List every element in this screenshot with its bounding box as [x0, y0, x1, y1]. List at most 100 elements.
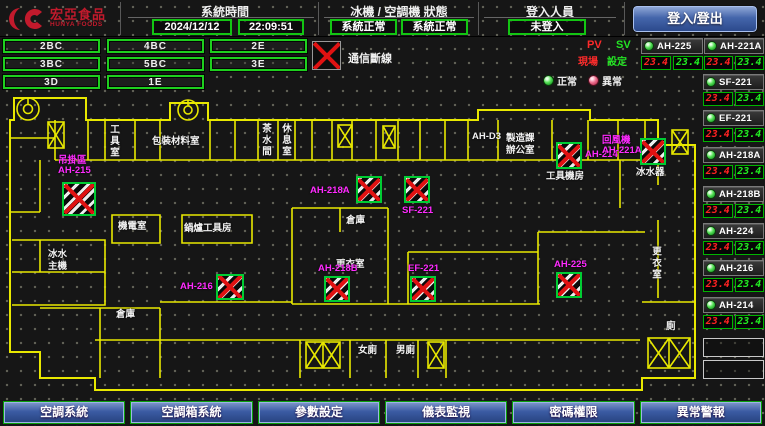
abnormal-led-icon [588, 75, 599, 86]
zone-button-1E[interactable]: 1E [107, 75, 204, 89]
nav-button-空調系統[interactable]: 空調系統 [3, 401, 125, 424]
unit-label: AH-224 [719, 226, 754, 237]
sv-name-label: 設定 [607, 53, 627, 68]
room-label: 鍋爐工具房 [184, 224, 232, 234]
system-clock-value: 22:09:51 [238, 19, 304, 35]
unit-label: AH-218A [719, 150, 761, 161]
zone-button-2BC[interactable]: 2BC [3, 39, 100, 53]
pv-value: 23.4 [703, 165, 733, 179]
device-commfail-AH-218A[interactable] [356, 176, 382, 203]
room-label: 倉庫 [346, 216, 365, 226]
unit-button-SF-221[interactable]: SF-221 [703, 74, 764, 90]
device-label-AH-225: AH-225 [554, 260, 587, 270]
nav-button-空調箱系統[interactable]: 空調箱系統 [130, 401, 252, 424]
unit-values-AH-216: 23.423.4 [703, 278, 764, 292]
unit-values-AH-225: 23.423.4 [641, 56, 703, 70]
status-led-icon [706, 77, 716, 87]
unit-button-AH-225[interactable]: AH-225 [641, 38, 703, 54]
unit-button-EF-221[interactable]: EF-221 [703, 110, 764, 126]
pv-value: 23.4 [703, 92, 733, 106]
room-label: 茶水間 [260, 123, 270, 158]
room-label: 辦公室 [506, 146, 535, 156]
sv-value: 23.4 [735, 241, 765, 255]
chiller-status-value: 系統正常 [330, 19, 397, 35]
status-led-icon [706, 263, 716, 273]
unit-values-AH-221A: 23.423.4 [704, 56, 764, 70]
login-user-value: 未登入 [508, 19, 586, 35]
device-label-AH-218B: AH-218B [318, 264, 358, 274]
legend-abnormal-label: 異常 [602, 73, 622, 88]
pv-value: 23.4 [704, 56, 733, 70]
status-led-icon [707, 41, 717, 51]
pv-value: 23.4 [641, 56, 671, 70]
sv-value: 23.4 [735, 56, 764, 70]
comm-fail-label: 通信斷線 [348, 50, 392, 66]
room-label: 倉庫 [116, 310, 135, 320]
pv-value: 23.4 [703, 241, 733, 255]
unit-label: AH-221A [720, 41, 762, 52]
zone-button-3BC[interactable]: 3BC [3, 57, 100, 71]
sv-value: 23.4 [735, 204, 765, 218]
device-commfail-AH-214[interactable] [556, 142, 582, 169]
legend-normal-label: 正常 [557, 73, 577, 88]
sv-value: 23.4 [735, 315, 765, 329]
nav-button-密碼權限[interactable]: 密碼權限 [512, 401, 634, 424]
sv-value: 23.4 [735, 128, 765, 142]
device-label-SF-221: SF-221 [402, 206, 433, 216]
sv-header: SV [616, 39, 631, 51]
room-label: 冰水 [48, 250, 67, 260]
zone-button-3E[interactable]: 3E [210, 57, 307, 71]
status-led-icon [644, 41, 654, 51]
bottom-nav-bar: 空調系統空調箱系統參數設定儀表監視密碼權限異常警報 [0, 399, 765, 426]
unit-values-SF-221: 23.423.4 [703, 92, 764, 106]
device-commfail-SF-221[interactable] [404, 176, 430, 203]
zone-button-2E[interactable]: 2E [210, 39, 307, 53]
room-label: 製造課 [506, 134, 535, 144]
unit-values-AH-218A: 23.423.4 [703, 165, 764, 179]
brand-mark-icon [6, 4, 46, 34]
device-commfail-EF-221[interactable] [410, 276, 436, 302]
nav-button-儀表監視[interactable]: 儀表監視 [385, 401, 507, 424]
device-commfail-AH-216[interactable] [216, 274, 244, 300]
brand-name-en: HUNYA FOODS [50, 22, 106, 29]
unit-label: AH-225 [657, 41, 692, 52]
unit-label: AH-214 [719, 300, 754, 311]
unit-button-AH-221A[interactable]: AH-221A [704, 38, 764, 54]
system-date-value: 2024/12/12 [152, 19, 232, 35]
unit-label: EF-221 [719, 113, 752, 124]
unit-button-AH-218B[interactable]: AH-218B [703, 186, 764, 202]
status-led-icon [706, 226, 716, 236]
device-label-AH-218A: AH-218A [310, 186, 350, 196]
unit-label: SF-221 [719, 77, 752, 88]
login-logout-button[interactable]: 登入/登出 [633, 6, 757, 32]
room-label: 工具機房 [546, 172, 584, 182]
unit-button-AH-224[interactable]: AH-224 [703, 223, 764, 239]
zone-button-3D[interactable]: 3D [3, 75, 100, 89]
nav-button-異常警報[interactable]: 異常警報 [640, 401, 762, 424]
room-label: AH-D3 [472, 132, 501, 142]
device-commfail-AH-218B[interactable] [324, 276, 350, 302]
unit-button-AH-218A[interactable]: AH-218A [703, 147, 764, 163]
unit-values-AH-214: 23.423.4 [703, 315, 764, 329]
device-commfail-AH-221A[interactable] [640, 138, 666, 165]
device-label-AH-221A: 回風機AH-221A [602, 136, 642, 157]
legend-abnormal: 異常 [588, 73, 622, 88]
device-label-AH-216: AH-216 [180, 282, 213, 292]
device-commfail-AH-225[interactable] [556, 272, 582, 298]
legend-normal: 正常 [543, 73, 577, 88]
room-label: 女廁 [358, 346, 377, 356]
pv-value: 23.4 [703, 128, 733, 142]
empty-unit-slot [703, 338, 764, 357]
device-commfail-AH-215[interactable] [62, 182, 96, 216]
zone-button-4BC[interactable]: 4BC [107, 39, 204, 53]
status-led-icon [706, 113, 716, 123]
unit-button-AH-216[interactable]: AH-216 [703, 260, 764, 276]
device-label-AH-215: 吊掛區AH-215 [58, 156, 91, 177]
brand-name: 宏亞食品 [50, 8, 106, 22]
sv-value: 23.4 [735, 92, 765, 106]
nav-button-參數設定[interactable]: 參數設定 [258, 401, 380, 424]
unit-button-AH-214[interactable]: AH-214 [703, 297, 764, 313]
zone-button-5BC[interactable]: 5BC [107, 57, 204, 71]
unit-values-AH-218B: 23.423.4 [703, 204, 764, 218]
room-label: 包裝材料室 [152, 137, 200, 147]
